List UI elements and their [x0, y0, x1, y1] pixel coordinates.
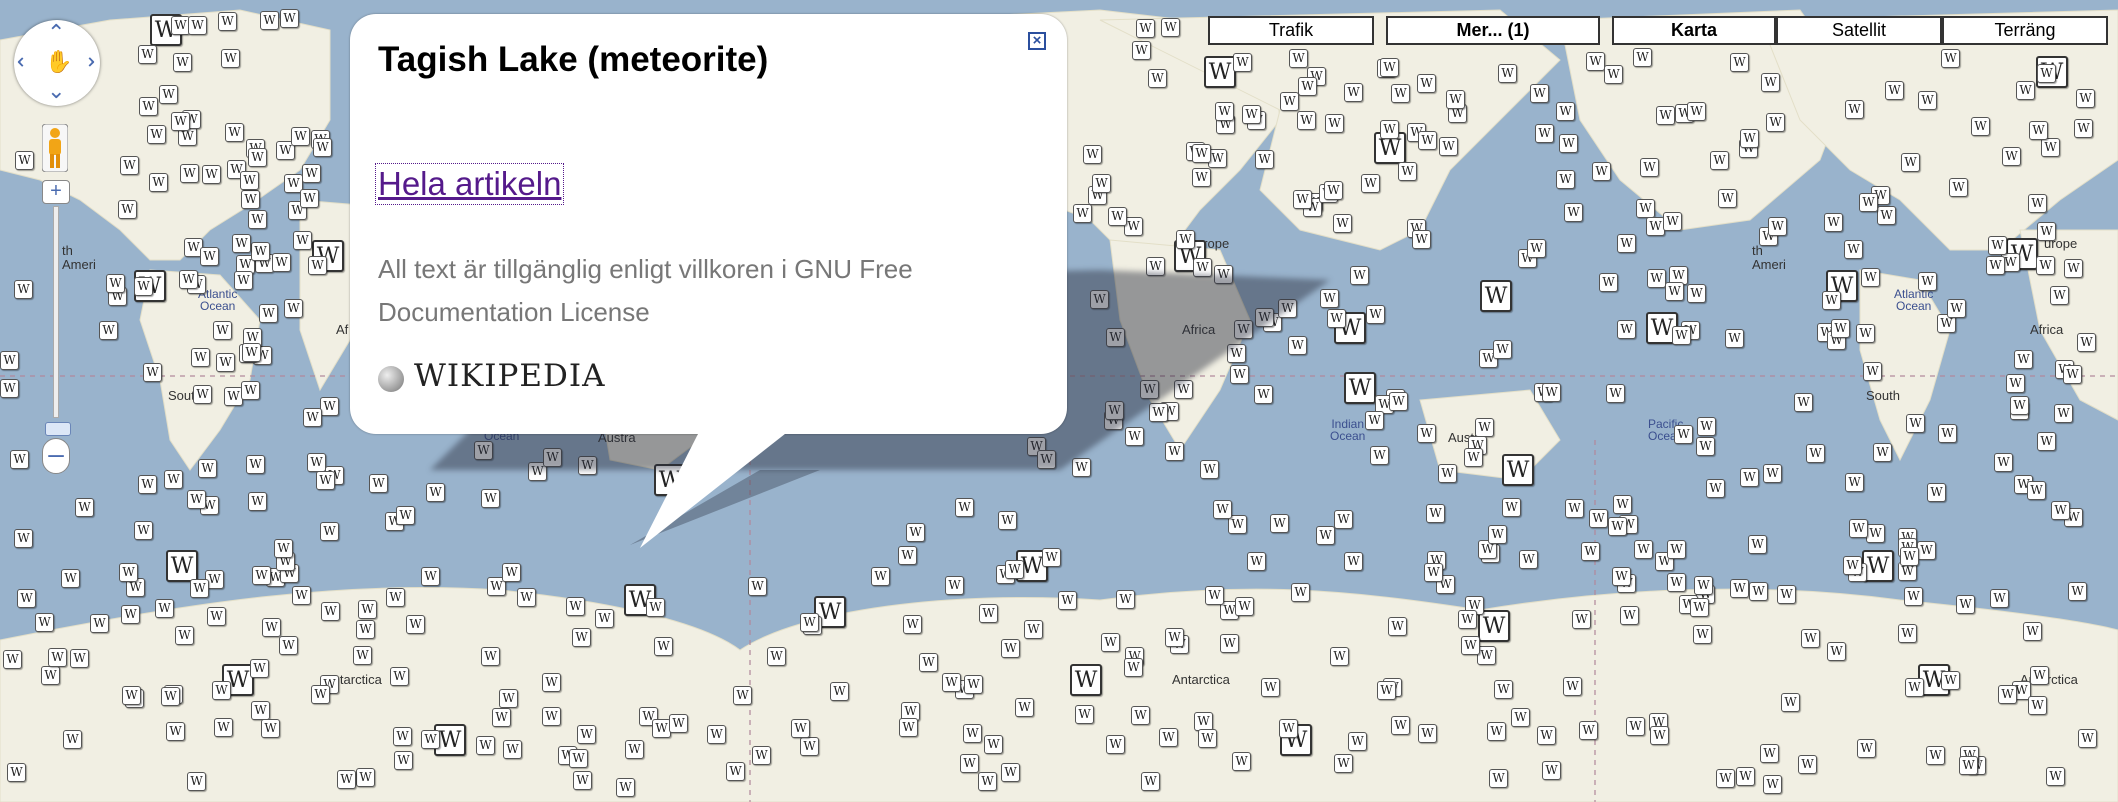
wikipedia-logo: WIKIPEDIA: [414, 358, 606, 394]
info-window-title: Tagish Lake (meteorite): [378, 40, 769, 79]
close-icon[interactable]: ×: [1028, 32, 1046, 50]
full-article-link[interactable]: Hela artikeln: [374, 163, 565, 205]
license-text: All text är tillgänglig enligt villkoren…: [378, 254, 913, 327]
wikipedia-globe-icon: [378, 366, 404, 392]
map-canvas[interactable]: Antarctica Antarctica Antarctica Af Afri…: [0, 0, 2118, 802]
info-window-tail: [640, 430, 790, 548]
